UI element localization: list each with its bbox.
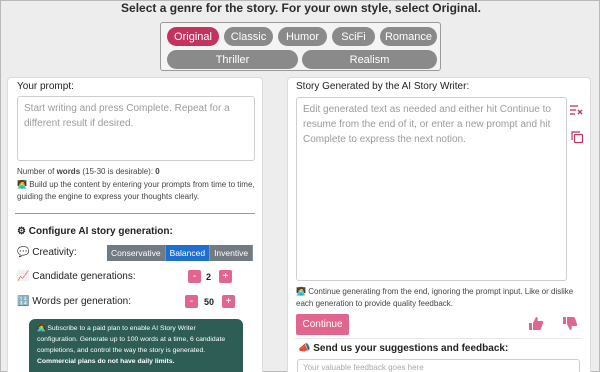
creativity-label: 💬 Creativity: — [17, 247, 77, 258]
candidates-value: 2 — [206, 272, 212, 282]
creativity-inventive[interactable]: Inventive — [210, 245, 254, 261]
prompt-input[interactable]: Start writing and press Complete. Repeat… — [17, 96, 255, 161]
genre-thriller-button[interactable]: Thriller — [167, 50, 298, 69]
words-value: 50 — [204, 297, 215, 307]
chart-icon: 📈 — [17, 271, 33, 282]
genre-selector: Original Classic Humor SciFi Romance Thr… — [160, 22, 441, 71]
writer-emoji-icon: 🧑‍💻 — [37, 325, 48, 332]
candidates-label: 📈 Candidate generations: — [17, 271, 136, 282]
creativity-conservative[interactable]: Conservative — [107, 245, 166, 261]
megaphone-icon: 📣 — [298, 343, 314, 354]
candidates-increment-button[interactable]: + — [219, 270, 232, 283]
thumbs-up-icon[interactable] — [528, 316, 544, 331]
genre-scifi-button[interactable]: SciFi — [332, 27, 375, 46]
words-decrement-button[interactable]: - — [185, 295, 198, 308]
story-title: Story Generated by the AI Story Writer: — [296, 81, 470, 92]
words-increment-button[interactable]: + — [222, 295, 235, 308]
promo-bold: Commercial plans do not have daily limit… — [37, 358, 175, 365]
genre-romance-button[interactable]: Romance — [380, 27, 437, 46]
word-count: Number of words (15-30 is desirable): 0 — [17, 167, 160, 176]
genre-original-button[interactable]: Original — [167, 27, 219, 46]
subscription-promo: 🧑‍💻 Subscribe to a paid plan to enable A… — [29, 319, 243, 372]
genre-classic-button[interactable]: Classic — [224, 27, 273, 46]
story-output[interactable]: Edit generated text as needed and either… — [296, 97, 567, 281]
story-hint: 🧑‍💻 Continue generating from the end, ig… — [296, 287, 574, 308]
config-title: ⚙ Configure AI story generation: — [17, 226, 173, 237]
thumbs-down-icon[interactable] — [562, 316, 578, 331]
creativity-balanced[interactable]: Balanced — [165, 245, 211, 261]
divider — [15, 213, 255, 214]
feedback-input[interactable]: Your valuable feedback goes here — [297, 359, 580, 372]
prompt-hint: 🧑‍💻 Build up the content by entering you… — [17, 180, 255, 201]
gear-icon: ⚙ — [17, 226, 29, 237]
writer-emoji-icon: 🧑‍💻 — [296, 287, 309, 296]
clear-icon[interactable] — [570, 104, 583, 116]
copy-icon[interactable] — [571, 131, 584, 144]
creativity-toggle: Conservative Balanced Inventive — [107, 245, 254, 261]
counter-icon: 🔢 — [17, 296, 33, 307]
words-label: 🔢 Words per generation: — [17, 296, 131, 307]
chat-icon: 💬 — [17, 247, 33, 258]
genre-realism-button[interactable]: Realism — [302, 50, 437, 69]
writer-emoji-icon: 🧑‍💻 — [17, 180, 30, 189]
feedback-title: 📣 Send us your suggestions and feedback: — [298, 343, 509, 354]
page-title: Select a genre for the story. For your o… — [121, 1, 481, 15]
genre-humor-button[interactable]: Humor — [278, 27, 327, 46]
divider — [295, 338, 581, 339]
candidates-decrement-button[interactable]: - — [188, 270, 201, 283]
prompt-label: Your prompt: — [17, 81, 74, 92]
continue-button[interactable]: Continue — [296, 314, 349, 335]
